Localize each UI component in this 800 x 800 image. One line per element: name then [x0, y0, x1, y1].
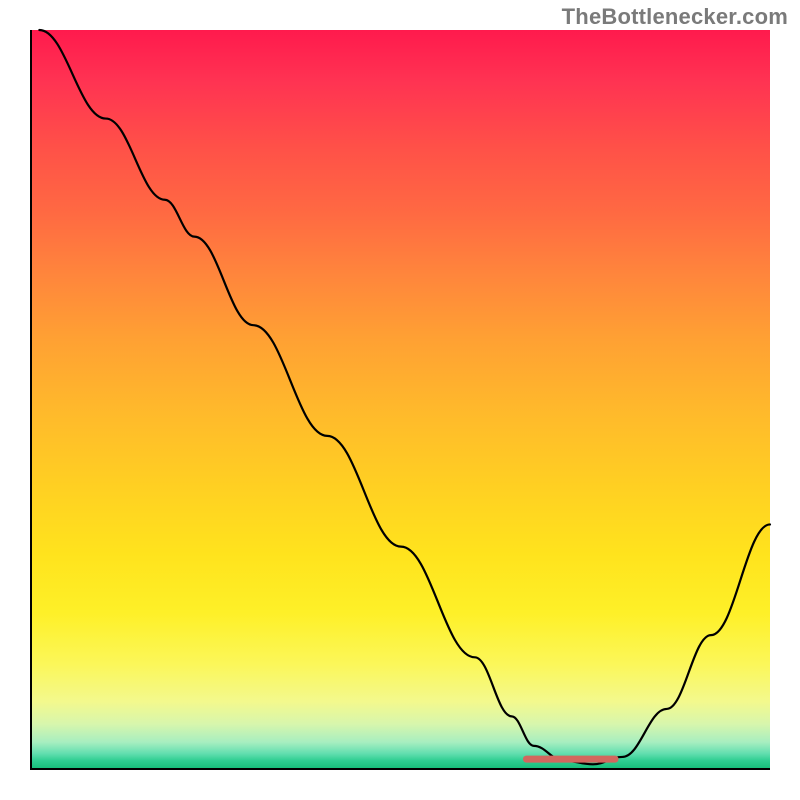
chart-plot-area	[30, 30, 770, 770]
chart-svg	[32, 30, 770, 768]
watermark-label: TheBottlenecker.com	[562, 4, 788, 30]
bottleneck-curve-line	[39, 30, 770, 764]
